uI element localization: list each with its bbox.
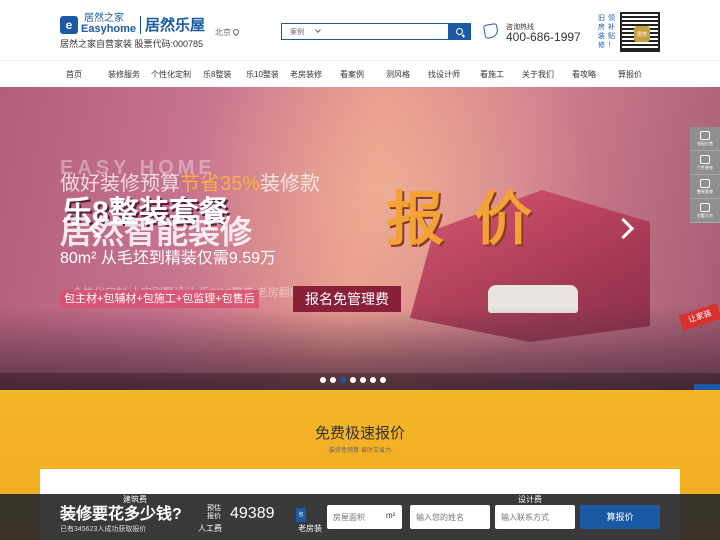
area-unit: m² bbox=[386, 511, 396, 520]
floating-sidebar-label: 别墅大宅 bbox=[697, 212, 713, 218]
banner-subheadline: 80m² 从毛坯到精装仅需9.59万 bbox=[60, 250, 277, 267]
banner-dot[interactable] bbox=[360, 377, 366, 383]
nav-item-old-house[interactable]: 老房装修 bbox=[290, 61, 340, 87]
qr-code: 居然 bbox=[620, 12, 660, 52]
bottom-bar-stat: 已有345623人成功获取报价 bbox=[60, 526, 147, 533]
banner-dot[interactable] bbox=[320, 377, 326, 383]
search-button[interactable] bbox=[448, 24, 470, 39]
brand-name: 居然乐屋 bbox=[145, 17, 206, 34]
search-category-select[interactable]: 案例 bbox=[282, 24, 342, 39]
qr-promo-char: 修 bbox=[598, 42, 605, 49]
nav-item-custom[interactable]: 个性化定制 bbox=[151, 61, 203, 87]
qr-promo-char: 补 bbox=[608, 24, 615, 31]
floating-sidebar: 领报价费个性装修整装套餐别墅大宅 bbox=[690, 127, 720, 223]
qr-promo-text: 旧 领 房 补 装 贴 修 ！ bbox=[598, 14, 618, 50]
phone-icon bbox=[482, 22, 500, 40]
overlap-label: 老房装 bbox=[298, 524, 322, 533]
qr-center-logo: 居然 bbox=[634, 26, 650, 42]
nav-item-quote[interactable]: 算报价 bbox=[618, 61, 658, 87]
banner-next-arrow-icon[interactable] bbox=[618, 217, 632, 241]
estimate-label: 预估报价 bbox=[207, 505, 221, 520]
logo-subtitle: 居然之家自营家装 股票代码:000785 bbox=[60, 39, 204, 49]
estimate-amount: 49389 bbox=[230, 505, 275, 522]
easyhome-logo-icon: e bbox=[60, 15, 78, 34]
banner-headline-part: 装修款 bbox=[260, 173, 321, 195]
qr-promo-char: 旧 bbox=[598, 15, 605, 22]
nav-item-services[interactable]: 装修服务 bbox=[108, 61, 151, 87]
nav-item-guides[interactable]: 看攻略 bbox=[572, 61, 618, 87]
qr-promo-char: 贴 bbox=[608, 33, 615, 40]
calculate-quote-button[interactable]: 算报价 bbox=[580, 505, 660, 529]
nav-item-le8[interactable]: 乐8整装 bbox=[203, 61, 246, 87]
nav-item-designers[interactable]: 找设计师 bbox=[428, 61, 480, 87]
location-pin-icon bbox=[231, 27, 241, 37]
banner-dot[interactable] bbox=[370, 377, 376, 383]
search-category-label: 案例 bbox=[290, 29, 304, 36]
banner-prev-arrow-icon[interactable] bbox=[88, 217, 102, 241]
nav-item-home[interactable]: 首页 bbox=[66, 61, 108, 87]
quote-title: 免费极速报价 bbox=[314, 425, 405, 442]
logo-en-text: Easyhome bbox=[81, 23, 137, 35]
phone-input[interactable] bbox=[495, 505, 575, 529]
floating-sidebar-label: 领报价费 bbox=[697, 140, 713, 146]
floating-sidebar-label: 个性装修 bbox=[697, 164, 713, 170]
search-input[interactable] bbox=[342, 24, 448, 39]
hero-banner[interactable]: EASY HOME 做好装修预算节省35%装修款 乐8整装套餐 居然智能装修 报… bbox=[0, 87, 720, 390]
bottom-bar-badge: 省 bbox=[296, 508, 306, 522]
paint-roller-icon bbox=[700, 178, 710, 188]
bottom-bar-title: 装修要花多少钱? bbox=[60, 506, 182, 523]
nav-item-style[interactable]: 测风格 bbox=[386, 61, 428, 87]
qr-promo-char: ！ bbox=[608, 42, 615, 49]
banner-dot[interactable] bbox=[350, 377, 356, 383]
gift-icon bbox=[700, 130, 710, 140]
overlap-label: 人工费 bbox=[198, 524, 222, 533]
banner-dot[interactable] bbox=[340, 377, 346, 383]
quote-subtitle: -装修免预算·省时又省力- bbox=[327, 448, 393, 454]
qr-promo-char: 领 bbox=[608, 15, 615, 22]
main-nav: 首页 装修服务 个性化定制 乐8整装 乐10整装 老房装修 看案例 测风格 找设… bbox=[0, 60, 720, 87]
floating-sidebar-item[interactable]: 领报价费 bbox=[690, 127, 720, 151]
hotline-number: 400-686-1997 bbox=[506, 30, 581, 44]
nav-item-about[interactable]: 关于我们 bbox=[522, 61, 572, 87]
banner-inclusions-text: 包主材+包辅材+包施工+包监理+包售后 bbox=[60, 290, 259, 308]
nav-item-le10[interactable]: 乐10整装 bbox=[246, 61, 290, 87]
banner-big-text: 报价 bbox=[386, 187, 563, 252]
logo[interactable]: e 居然之家 Easyhome 居然乐屋 bbox=[60, 14, 205, 35]
floating-sidebar-item[interactable]: 个性装修 bbox=[690, 151, 720, 175]
banner-pagination bbox=[320, 377, 386, 383]
name-input[interactable] bbox=[410, 505, 490, 529]
site-header: e 居然之家 Easyhome 居然乐屋 居然之家自营家装 股票代码:00078… bbox=[0, 0, 720, 60]
floating-sidebar-item[interactable]: 别墅大宅 bbox=[690, 199, 720, 223]
city-name: 北京 bbox=[215, 28, 231, 37]
calendar-icon bbox=[700, 154, 710, 164]
banner-dot[interactable] bbox=[380, 377, 386, 383]
floating-sidebar-item[interactable]: 整装套餐 bbox=[690, 175, 720, 199]
house-icon bbox=[700, 202, 710, 212]
logo-text: 居然之家 Easyhome bbox=[81, 14, 136, 35]
chevron-down-icon bbox=[315, 27, 321, 33]
qr-promo-char: 装 bbox=[598, 33, 605, 40]
logo-divider bbox=[140, 15, 142, 34]
city-selector[interactable]: 北京 bbox=[215, 27, 241, 38]
search-icon bbox=[455, 28, 463, 35]
qr-promo-char: 房 bbox=[598, 24, 605, 31]
overlap-label: 设计费 bbox=[518, 495, 542, 504]
nav-item-construction[interactable]: 看施工 bbox=[480, 61, 522, 87]
nav-item-cases[interactable]: 看案例 bbox=[340, 61, 386, 87]
search-bar: 案例 bbox=[281, 23, 471, 40]
banner-dot[interactable] bbox=[330, 377, 336, 383]
banner-inclusions: 包主材+包辅材+包施工+包监理+包售后 bbox=[60, 290, 259, 308]
floating-sidebar-label: 整装套餐 bbox=[697, 188, 713, 194]
banner-cta-button[interactable]: 报名免管理费 bbox=[293, 286, 401, 312]
